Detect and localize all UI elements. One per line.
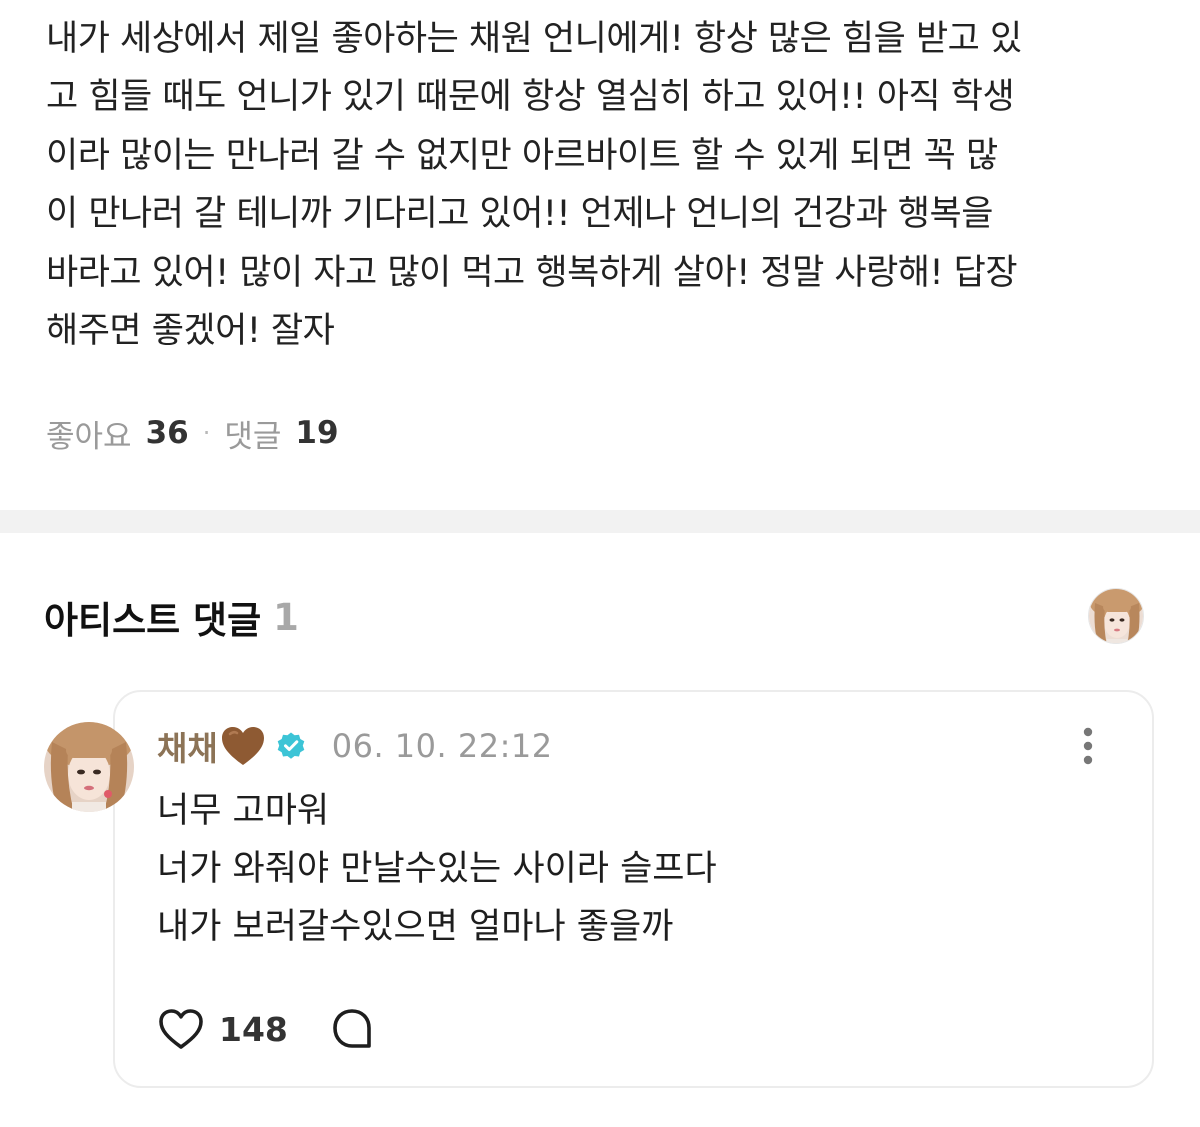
comment-actions: 148	[157, 1004, 376, 1054]
artist-comments-title: 아티스트 댓글	[44, 599, 262, 642]
comment-timestamp: 06. 10. 22:12	[331, 727, 553, 765]
more-options-button[interactable]	[1068, 722, 1108, 770]
like-button[interactable]: 148	[157, 1007, 288, 1051]
reply-button[interactable]	[328, 1006, 376, 1052]
comment-line: 너무 고마워	[157, 791, 330, 831]
artist-comments-count: 1	[273, 595, 299, 639]
like-count: 148	[219, 1009, 288, 1049]
artist-avatar-small[interactable]	[1088, 588, 1144, 644]
comment-author-name[interactable]: 채채	[157, 722, 218, 770]
likes-label: 좋아요	[46, 418, 132, 455]
more-vertical-icon	[1083, 727, 1093, 765]
comment-meta: 채채 06. 10. 22:12	[157, 722, 553, 770]
brown-heart-icon	[220, 725, 266, 767]
artist-comments-header: 아티스트 댓글 1	[44, 590, 299, 644]
post-body-text: 내가 세상에서 제일 좋아하는 채원 언니에게! 항상 많은 힘을 받고 있 고…	[46, 19, 1022, 352]
likes-count: 36	[145, 415, 189, 451]
comment-line: 내가 보러갈수있으면 얼마나 좋을까	[157, 907, 674, 947]
heart-outline-icon	[159, 1009, 203, 1049]
post-detail-page: 내가 세상에서 제일 좋아하는 채원 언니에게! 항상 많은 힘을 받고 있 고…	[0, 0, 1200, 1127]
comment-author-avatar[interactable]	[44, 722, 134, 812]
stats-separator: ·	[202, 419, 211, 447]
author-avatar-image	[44, 722, 134, 812]
artist-avatar-image	[1089, 589, 1143, 643]
comment-bubble-icon	[333, 1009, 371, 1048]
post-stats: 좋아요 36 · 댓글 19	[46, 408, 339, 458]
verified-badge-icon	[276, 731, 306, 761]
comment-line: 너가 와줘야 만날수있는 사이라 슬프다	[157, 849, 717, 889]
comment-body: 너무 고마워 너가 와줘야 만날수있는 사이라 슬프다 내가 보러갈수있으면 얼…	[157, 782, 1117, 956]
comments-count: 19	[295, 415, 339, 451]
section-divider	[0, 510, 1200, 533]
comments-label: 댓글	[224, 418, 282, 455]
